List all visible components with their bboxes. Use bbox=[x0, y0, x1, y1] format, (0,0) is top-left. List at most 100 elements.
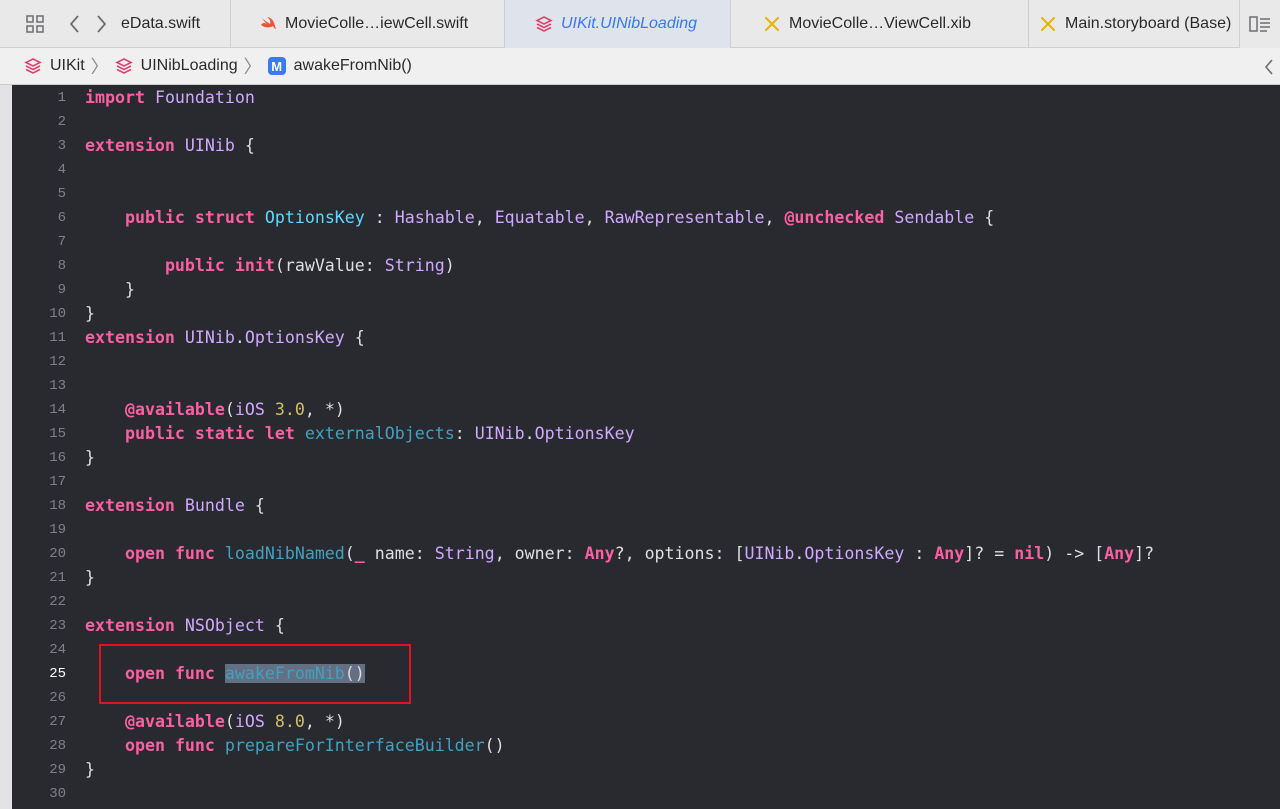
line-number: 20 bbox=[49, 546, 66, 562]
code-line[interactable]: 18 extension Bundle { bbox=[12, 494, 1280, 518]
breadcrumb-uinibloading[interactable]: UINibLoading bbox=[114, 57, 238, 75]
line-number: 11 bbox=[49, 330, 66, 346]
chevron-left-icon[interactable] bbox=[1264, 48, 1274, 85]
code-line[interactable]: 8 public init(rawValue: String) bbox=[12, 254, 1280, 278]
code-line[interactable]: 6 public struct OptionsKey : Hashable, E… bbox=[12, 206, 1280, 230]
code-token: { bbox=[244, 496, 265, 515]
code-line[interactable]: 2 bbox=[12, 110, 1280, 134]
code-line[interactable]: 23 extension NSObject { bbox=[12, 614, 1280, 638]
code-line[interactable]: 14 @available(iOS 3.0, *) bbox=[12, 398, 1280, 422]
line-number: 26 bbox=[49, 690, 66, 706]
code-token: RawRepresentable bbox=[604, 208, 765, 227]
swift-file-icon bbox=[259, 15, 277, 33]
editor-tab-bar: eData.swift MovieColle…iewCell.swift UIK… bbox=[0, 0, 1280, 48]
breadcrumb-uikit[interactable]: UIKit bbox=[24, 57, 85, 75]
breadcrumb-separator-icon: 〉 bbox=[90, 57, 109, 77]
code-line[interactable]: 7 bbox=[12, 230, 1280, 254]
code-text: open func prepareForInterfaceBuilder() bbox=[85, 734, 505, 758]
code-line[interactable]: 16} bbox=[12, 446, 1280, 470]
code-line[interactable]: 29} bbox=[12, 758, 1280, 782]
code-token: Foundation bbox=[154, 88, 255, 107]
code-line[interactable]: 13 bbox=[12, 374, 1280, 398]
code-token: _ bbox=[354, 544, 365, 563]
interface-builder-icon bbox=[1039, 15, 1057, 33]
code-line[interactable]: 30 bbox=[12, 782, 1280, 806]
code-token: iOS bbox=[234, 712, 265, 731]
back-chevron-icon[interactable] bbox=[62, 0, 88, 48]
code-token: public bbox=[124, 424, 185, 443]
code-line[interactable]: 12 bbox=[12, 350, 1280, 374]
code-line[interactable]: 17 bbox=[12, 470, 1280, 494]
code-token: . bbox=[234, 328, 245, 347]
tab-data-swift[interactable]: eData.swift bbox=[121, 0, 231, 48]
line-number: 16 bbox=[49, 450, 66, 466]
tab-label: eData.swift bbox=[121, 15, 201, 32]
code-token: extension bbox=[85, 328, 175, 347]
line-number: 28 bbox=[49, 738, 66, 754]
code-token: extension bbox=[85, 616, 175, 635]
tab-moviecollection-cell-swift[interactable]: MovieColle…iewCell.swift bbox=[231, 0, 505, 48]
code-line[interactable]: 22 bbox=[12, 590, 1280, 614]
code-token: static bbox=[194, 424, 255, 443]
code-token: String bbox=[384, 256, 445, 275]
line-number: 29 bbox=[49, 762, 66, 778]
code-line[interactable]: 28 open func prepareForInterfaceBuilder(… bbox=[12, 734, 1280, 758]
code-line[interactable]: 21} bbox=[12, 566, 1280, 590]
tab-main-storyboard[interactable]: Main.storyboard (Base) bbox=[1029, 0, 1239, 48]
code-line[interactable]: 20 open func loadNibNamed(_ name: String… bbox=[12, 542, 1280, 566]
tab-uikit-uinibloading[interactable]: UIKit.UINibLoading bbox=[505, 0, 731, 48]
line-number: 5 bbox=[57, 186, 66, 202]
code-token: UINib bbox=[474, 424, 525, 443]
code-text: @available(iOS 3.0, *) bbox=[85, 398, 345, 422]
code-token: . bbox=[524, 424, 535, 443]
code-token: } bbox=[85, 568, 95, 587]
breadcrumb-label: UINibLoading bbox=[140, 57, 238, 74]
code-token: ) -> [ bbox=[1044, 544, 1105, 563]
related-items-grid-icon[interactable] bbox=[22, 0, 48, 48]
line-number: 23 bbox=[49, 618, 66, 634]
code-line[interactable]: 27 @available(iOS 8.0, *) bbox=[12, 710, 1280, 734]
code-token: public bbox=[164, 256, 225, 275]
line-number: 10 bbox=[49, 306, 66, 322]
code-token: OptionsKey bbox=[534, 424, 635, 443]
code-line[interactable]: 4 bbox=[12, 158, 1280, 182]
code-line[interactable]: 15 public static let externalObjects: UI… bbox=[12, 422, 1280, 446]
code-text: extension UINib { bbox=[85, 134, 255, 158]
code-text: extension Bundle { bbox=[85, 494, 265, 518]
code-line[interactable]: 11 extension UINib.OptionsKey { bbox=[12, 326, 1280, 350]
tab-moviecollection-cell-xib[interactable]: MovieColle…ViewCell.xib bbox=[731, 0, 1029, 48]
code-text: extension NSObject { bbox=[85, 614, 285, 638]
code-token: iOS bbox=[234, 400, 265, 419]
line-number: 2 bbox=[57, 114, 66, 130]
code-text: extension UINib.OptionsKey { bbox=[85, 326, 365, 350]
code-token: , bbox=[474, 208, 495, 227]
code-token: @available bbox=[124, 712, 225, 731]
breadcrumb-awakefromnib[interactable]: M awakeFromNib() bbox=[267, 57, 412, 75]
code-text: } bbox=[85, 758, 95, 782]
code-line[interactable]: 10} bbox=[12, 302, 1280, 326]
code-line[interactable]: 9 } bbox=[12, 278, 1280, 302]
line-number: 3 bbox=[57, 138, 66, 154]
editor-options-icon[interactable] bbox=[1239, 0, 1280, 48]
code-line[interactable]: 5 bbox=[12, 182, 1280, 206]
code-line[interactable]: 3 extension UINib { bbox=[12, 134, 1280, 158]
code-token: func bbox=[174, 544, 215, 563]
code-token: func bbox=[174, 736, 215, 755]
code-line[interactable]: 1 import Foundation bbox=[12, 86, 1280, 110]
code-text: public struct OptionsKey : Hashable, Equ… bbox=[85, 206, 994, 230]
code-token: UINib bbox=[184, 328, 235, 347]
code-text: } bbox=[85, 302, 95, 326]
forward-chevron-icon[interactable] bbox=[88, 0, 114, 48]
code-line[interactable]: 19 bbox=[12, 518, 1280, 542]
module-stack-icon bbox=[535, 15, 553, 33]
jump-bar: UIKit 〉 UINibLoading 〉 M awakeFromNib() bbox=[0, 48, 1280, 85]
